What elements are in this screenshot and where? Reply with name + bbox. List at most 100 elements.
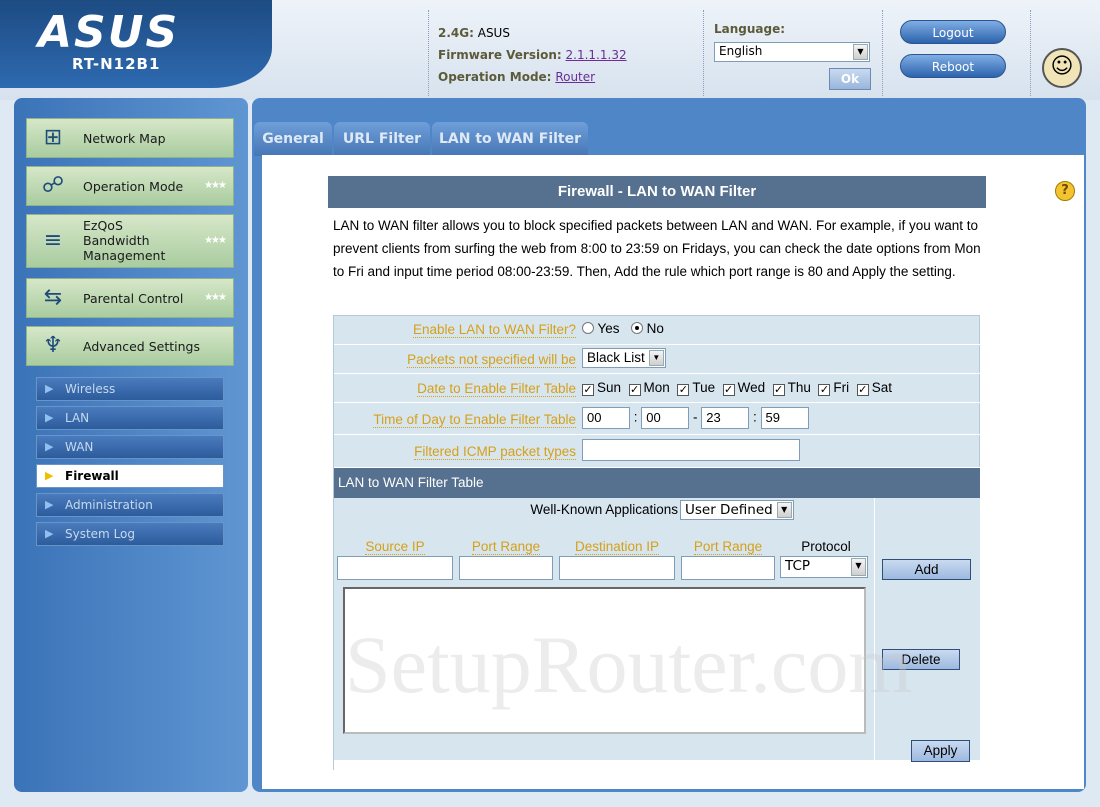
language-select[interactable]: English ▼ xyxy=(714,42,870,62)
checkbox-checked-icon[interactable]: ✓ xyxy=(818,384,831,396)
parental-control-icon: ⇆ xyxy=(43,285,63,310)
checkbox-checked-icon[interactable]: ✓ xyxy=(722,384,735,396)
enable-yes-label: Yes xyxy=(597,321,620,336)
packets-select[interactable]: Black List ▼ xyxy=(582,348,666,368)
advanced-settings-icon: ♆ xyxy=(43,333,63,358)
language-value: English xyxy=(719,44,763,58)
sidebar-item-label: Network Map xyxy=(83,131,166,146)
arrow-right-icon: ▶ xyxy=(45,527,54,540)
page-description: LAN to WAN filter allows you to block sp… xyxy=(333,218,981,279)
arrow-right-icon: ▶ xyxy=(45,498,54,511)
tab-general[interactable]: General xyxy=(254,122,332,156)
well-known-select[interactable]: User Defined ▼ xyxy=(680,500,794,520)
enable-filter-row: Enable LAN to WAN Filter? Yes No xyxy=(334,316,980,345)
source-ip-input[interactable] xyxy=(337,556,453,580)
sidebar-subitem-system-log[interactable]: ▶ System Log xyxy=(36,522,224,546)
destination-ip-input[interactable] xyxy=(559,556,675,580)
sidebar-item-label: EzQoS Bandwidth Management xyxy=(83,218,166,263)
chevron-down-icon: ▼ xyxy=(776,502,792,518)
checkbox-checked-icon[interactable]: ✓ xyxy=(628,384,641,396)
header-divider xyxy=(882,10,883,96)
day-checkboxes: ✓ Sun ✓ Mon ✓ Tue ✓ Wed ✓ Thu ✓ Fri ✓ Sat xyxy=(582,380,892,396)
sidebar-subitem-wireless[interactable]: ▶ Wireless xyxy=(36,377,224,401)
watermark: SetupRouter.com xyxy=(345,619,913,710)
day-sun[interactable]: ✓ Sun xyxy=(582,380,621,396)
logo-panel: ASUS RT-N12B1 xyxy=(0,0,272,88)
time-start-hour-input[interactable]: 00 xyxy=(582,407,630,429)
model-name: RT-N12B1 xyxy=(72,55,161,73)
add-button[interactable]: Add xyxy=(882,559,971,580)
enable-filter-options: Yes No xyxy=(582,321,664,336)
arrow-right-icon: ▶ xyxy=(45,440,54,453)
day-sat[interactable]: ✓ Sat xyxy=(856,380,892,396)
destination-port-input[interactable] xyxy=(681,556,775,580)
time-end-hour-input[interactable]: 23 xyxy=(701,407,750,429)
checkbox-checked-icon[interactable]: ✓ xyxy=(856,384,869,396)
tab-lan-to-wan-filter[interactable]: LAN to WAN Filter xyxy=(432,122,588,156)
sidebar-item-network-map[interactable]: ⊞ Network Map xyxy=(26,118,234,158)
icmp-input[interactable] xyxy=(582,439,800,461)
sidebar-subitem-lan[interactable]: ▶ LAN xyxy=(36,406,224,430)
sidebar-subitem-firewall[interactable]: ▶ Firewall xyxy=(36,464,224,488)
sidebar-subitem-wan[interactable]: ▶ WAN xyxy=(36,435,224,459)
enable-no-radio[interactable] xyxy=(630,322,643,334)
mode-label: Operation Mode: xyxy=(438,70,552,84)
reboot-button[interactable]: Reboot xyxy=(900,54,1006,78)
subitem-label: WAN xyxy=(65,440,94,454)
day-mon[interactable]: ✓ Mon xyxy=(628,380,670,396)
protocol-select[interactable]: TCP ▼ xyxy=(780,556,868,578)
language-label: Language: xyxy=(714,22,786,36)
star-icon: ★★★ xyxy=(204,292,227,303)
page-title: Firewall - LAN to WAN Filter xyxy=(328,176,986,208)
sidebar-subitem-administration[interactable]: ▶ Administration xyxy=(36,493,224,517)
time-row: Time of Day to Enable Filter Table 00 : … xyxy=(334,403,980,435)
header-divider xyxy=(703,10,704,96)
checkbox-checked-icon[interactable]: ✓ xyxy=(677,384,690,396)
day-thu[interactable]: ✓ Thu xyxy=(772,380,811,396)
firmware-label: Firmware Version: xyxy=(438,48,562,62)
sidebar-item-ezqos[interactable]: ≡ EzQoS Bandwidth Management ★★★ xyxy=(26,214,234,268)
filter-table-title: LAN to WAN Filter Table xyxy=(334,468,980,498)
chevron-down-icon: ▼ xyxy=(853,44,868,60)
chevron-down-icon: ▼ xyxy=(851,558,866,576)
time-label: Time of Day to Enable Filter Table xyxy=(373,412,576,428)
logout-button[interactable]: Logout xyxy=(900,20,1006,44)
checkbox-checked-icon[interactable]: ✓ xyxy=(582,384,594,396)
day-fri[interactable]: ✓ Fri xyxy=(818,380,849,396)
help-icon[interactable]: ? xyxy=(1055,181,1075,201)
operation-mode-link[interactable]: Router xyxy=(555,70,595,84)
sidebar-item-advanced-settings[interactable]: ♆ Advanced Settings xyxy=(26,326,234,366)
checkbox-checked-icon[interactable]: ✓ xyxy=(772,384,785,396)
enable-yes-radio[interactable] xyxy=(582,322,594,334)
subitem-label: Firewall xyxy=(65,469,119,483)
apply-button[interactable]: Apply xyxy=(911,740,970,762)
source-port-input[interactable] xyxy=(459,556,553,580)
time-inputs: 00 : 00 - 23 : 59 xyxy=(582,407,809,429)
star-icon: ★★★ xyxy=(204,235,227,246)
protocol-value: TCP xyxy=(785,558,811,574)
day-wed[interactable]: ✓ Wed xyxy=(722,380,765,396)
header-divider xyxy=(1030,10,1031,96)
icmp-label: Filtered ICMP packet types xyxy=(414,444,576,460)
subitem-label: LAN xyxy=(65,411,90,425)
date-label: Date to Enable Filter Table xyxy=(417,381,576,397)
tab-bar: General URL Filter LAN to WAN Filter xyxy=(254,122,1086,158)
packets-label: Packets not specified will be xyxy=(407,352,576,368)
icmp-row: Filtered ICMP packet types xyxy=(334,435,980,468)
packets-value-wrap: Black List ▼ xyxy=(582,348,666,368)
sidebar-item-label: Advanced Settings xyxy=(83,339,200,354)
sidebar-item-label: Parental Control xyxy=(83,291,184,306)
tab-url-filter[interactable]: URL Filter xyxy=(334,122,430,156)
sidebar-item-parental-control[interactable]: ⇆ Parental Control ★★★ xyxy=(26,278,234,318)
time-start-minute-input[interactable]: 00 xyxy=(641,407,690,429)
star-icon: ★★★ xyxy=(204,180,227,191)
firmware-link[interactable]: 2.1.1.1.32 xyxy=(566,48,627,62)
language-ok-button[interactable]: Ok xyxy=(829,68,871,90)
arrow-right-icon: ▶ xyxy=(45,469,54,482)
band-value: ASUS xyxy=(477,26,510,40)
sidebar-item-operation-mode[interactable]: ☍ Operation Mode ★★★ xyxy=(26,166,234,206)
operation-mode-icon: ☍ xyxy=(41,173,65,198)
header: ASUS RT-N12B1 2.4G: ASUS Firmware Versio… xyxy=(0,0,1100,100)
time-end-minute-input[interactable]: 59 xyxy=(760,407,809,429)
day-tue[interactable]: ✓ Tue xyxy=(677,380,715,396)
